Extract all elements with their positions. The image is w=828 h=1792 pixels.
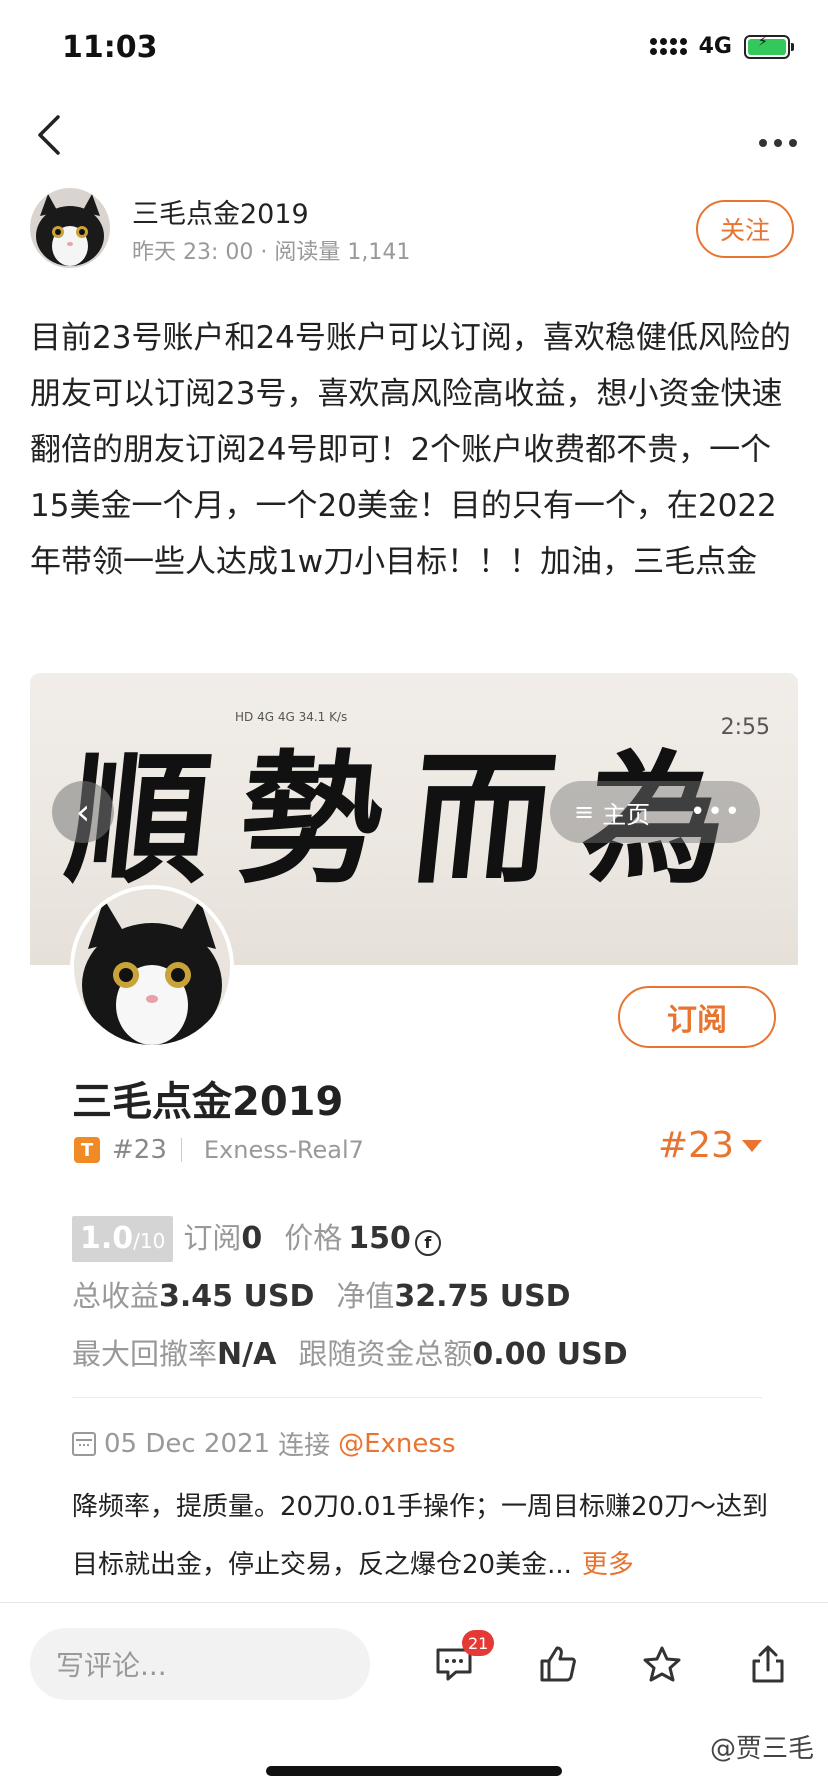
max-drawdown-label: 最大回撤率 (72, 1337, 218, 1371)
battery-icon (744, 34, 794, 59)
card-divider (72, 1397, 762, 1398)
author-name[interactable]: 三毛点金2019 (132, 192, 309, 231)
max-drawdown-value: N/A (217, 1337, 277, 1372)
account-card[interactable]: HD 4G 4G 34.1 K/s 2:55 順勢而為 ‹ ≡ 主页 ••• 订… (30, 673, 798, 1603)
post-body: 目前23号账户和24号账户可以订阅，喜欢稳健低风险的朋友可以订阅23号，喜欢高风… (30, 320, 791, 580)
comment-count-badge: 21 (462, 1630, 495, 1656)
coin-icon: f (414, 1229, 441, 1256)
more-options-icon[interactable] (758, 118, 798, 158)
stats-row-drawdown: 最大回撤率 N/A 跟随资金总额 0.00 USD (72, 1331, 650, 1373)
banner-home-label: 主页 (602, 800, 651, 829)
rating-badge: 1.0/10 (72, 1216, 174, 1262)
connect-date: 05 Dec 2021 (104, 1428, 271, 1459)
server-name: Exness-Real7 (203, 1136, 364, 1164)
subscribe-count-value: 0 (241, 1221, 263, 1256)
net-value-label: 净值 (336, 1279, 395, 1313)
connect-label: 连接 (278, 1431, 331, 1461)
post-meta: 昨天 23: 00 · 阅读量 1,141 (132, 240, 411, 265)
rating-max: /10 (133, 1229, 166, 1253)
calendar-icon (72, 1431, 96, 1456)
star-icon[interactable] (634, 1636, 690, 1692)
menu-icon: ≡ (574, 798, 595, 826)
account-description: 降频率，提质量。20刀0.01手操作；一周目标赚20刀～达到目标就出金，停止交易… (72, 1478, 772, 1594)
broker-link[interactable]: @Exness (338, 1429, 455, 1459)
account-selected: #23 (658, 1125, 734, 1166)
home-indicator[interactable] (266, 1766, 562, 1776)
follow-funds-label: 跟随资金总额 (298, 1337, 473, 1371)
account-selector[interactable]: #23 (658, 1125, 762, 1166)
total-profit-value: 3.45 USD (159, 1279, 315, 1314)
status-bar: 11:03 4G (0, 0, 828, 96)
comment-input[interactable]: 写评论... (30, 1628, 370, 1700)
banner-home-pill: ≡ 主页 ••• (550, 781, 760, 843)
connection-info: 05 Dec 2021 连接 @Exness (72, 1425, 456, 1462)
subscribe-count-label: 订阅 (183, 1221, 242, 1255)
follow-button[interactable]: 关注 (696, 200, 794, 258)
card-account-name: 三毛点金2019 (72, 1079, 344, 1125)
account-tag: T #23 Exness-Real7 (74, 1135, 364, 1165)
bottom-bar-divider (0, 1602, 828, 1603)
more-link[interactable]: 更多 (582, 1550, 634, 1580)
card-avatar (70, 885, 234, 1049)
tag-id: #23 (112, 1135, 167, 1165)
signal-icon (649, 38, 687, 55)
status-time: 11:03 (62, 30, 158, 65)
total-profit-label: 总收益 (72, 1279, 160, 1313)
author-avatar[interactable] (30, 188, 110, 268)
net-value-value: 32.75 USD (394, 1279, 571, 1314)
share-icon[interactable] (740, 1636, 796, 1692)
price-value: 150 (348, 1221, 411, 1256)
back-icon[interactable] (34, 112, 74, 168)
follow-funds-value: 0.00 USD (472, 1337, 628, 1372)
description-text: 降频率，提质量。20刀0.01手操作；一周目标赚20刀～达到目标就出金，停止交易… (72, 1492, 769, 1580)
status-indicators: 4G (649, 34, 794, 59)
caret-down-icon (742, 1139, 762, 1152)
stats-row-rating: 1.0/10 订阅 0 价格 150 f (72, 1215, 441, 1262)
price-label: 价格 (284, 1221, 343, 1255)
banner-status-left: HD 4G 4G 34.1 K/s (235, 710, 348, 724)
subscribe-button[interactable]: 订阅 (618, 986, 776, 1048)
like-icon[interactable] (530, 1636, 586, 1692)
network-label: 4G (698, 34, 732, 59)
banner-back-icon: ‹ (52, 781, 114, 843)
tag-divider (180, 1138, 182, 1162)
rating-value: 1.0 (80, 1221, 134, 1256)
watermark-text: @贾三毛 (709, 1734, 814, 1764)
tag-badge: T (74, 1137, 100, 1163)
banner-more-icon: ••• (689, 797, 742, 827)
stats-row-profit: 总收益 3.45 USD 净值 32.75 USD (72, 1273, 593, 1315)
